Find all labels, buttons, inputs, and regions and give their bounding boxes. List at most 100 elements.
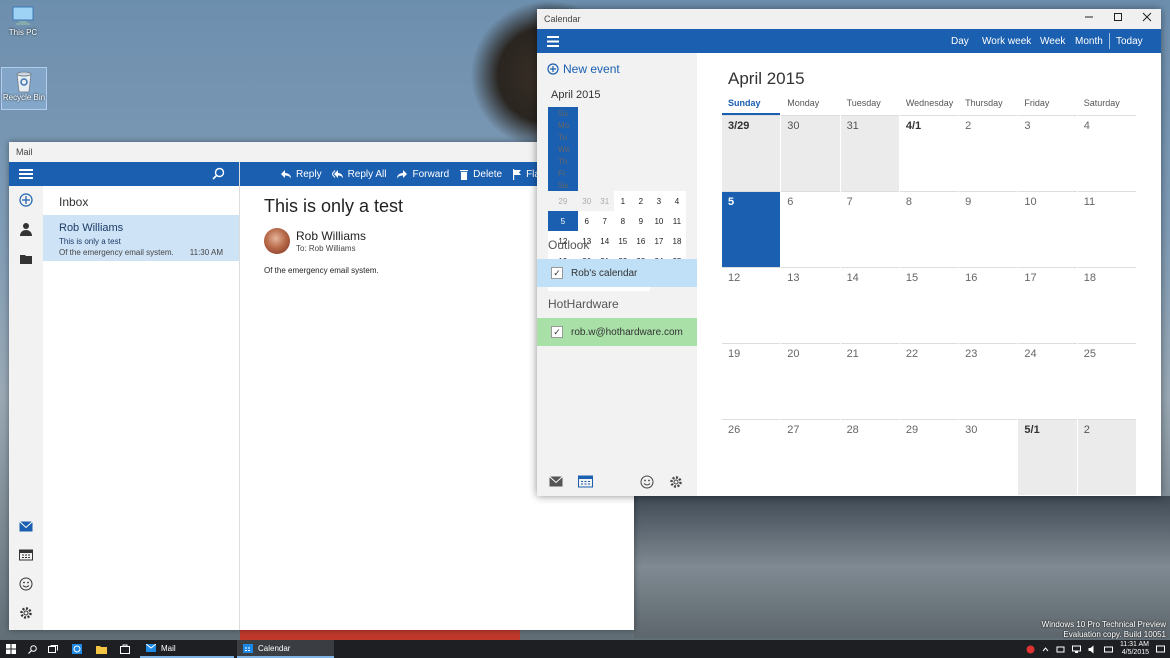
feedback-button[interactable] (9, 573, 43, 595)
taskbar-app-mail[interactable]: Mail (140, 640, 234, 658)
mini-day-cell[interactable]: 17 (649, 231, 668, 251)
forward-button[interactable]: Forward (396, 169, 449, 180)
view-day-button[interactable]: Day (951, 36, 969, 47)
day-cell[interactable]: 3 (1018, 115, 1077, 191)
calendar-title-bar[interactable]: Calendar (537, 9, 1161, 29)
mini-day-cell[interactable]: 8 (613, 211, 632, 231)
day-cell[interactable]: 31 (840, 115, 899, 191)
reader-sender[interactable]: Rob Williams (296, 229, 366, 243)
day-cell[interactable]: 28 (840, 419, 899, 495)
day-cell[interactable]: 2 (959, 115, 1018, 191)
close-button[interactable] (1132, 9, 1161, 29)
day-cell[interactable]: 13 (781, 267, 840, 343)
mini-day-cell[interactable]: 18 (667, 231, 686, 251)
calendar-hamburger-button[interactable] (537, 29, 697, 53)
day-cell[interactable]: 27 (781, 419, 840, 495)
day-cell[interactable]: 15 (899, 267, 959, 343)
volume-icon[interactable] (1088, 645, 1097, 654)
view-month-button[interactable]: Month (1075, 36, 1103, 47)
mini-day-cell[interactable]: 6 (577, 211, 596, 231)
checkbox-checked[interactable]: ✓ (551, 326, 563, 338)
new-event-button[interactable]: New event (547, 62, 620, 76)
mini-day-cell[interactable]: 10 (649, 211, 668, 231)
accounts-button[interactable] (9, 218, 43, 240)
day-cell[interactable]: 2 (1077, 419, 1136, 495)
desktop-icon-this-pc[interactable]: This PC (1, 6, 45, 37)
day-cell[interactable]: 10 (1018, 191, 1077, 267)
mini-day-cell[interactable]: 3 (649, 191, 668, 211)
action-center-icon[interactable] (1156, 645, 1165, 654)
mini-day-cell[interactable]: 31 (596, 191, 614, 211)
desktop-icon-recycle-bin[interactable]: Recycle Bin (1, 67, 47, 110)
network-icon[interactable] (1071, 645, 1081, 654)
day-cell[interactable]: 4 (1077, 115, 1136, 191)
day-cell[interactable]: 19 (722, 343, 781, 419)
network-alert-icon[interactable] (1026, 645, 1035, 654)
checkbox-checked[interactable]: ✓ (551, 267, 563, 279)
today-button[interactable]: Today (1116, 36, 1143, 47)
folders-button[interactable] (9, 248, 43, 270)
taskbar-search-button[interactable] (22, 640, 42, 658)
mini-day-cell[interactable]: 11 (667, 211, 686, 231)
taskbar-ie-button[interactable] (66, 640, 88, 658)
day-cell[interactable]: 22 (899, 343, 959, 419)
taskbar-app-calendar[interactable]: Calendar (237, 640, 334, 658)
calendar-switch-button[interactable] (578, 475, 593, 491)
mini-day-cell[interactable]: 9 (631, 211, 650, 231)
taskbar-explorer-button[interactable] (90, 640, 112, 658)
mail-switch-button[interactable] (549, 476, 563, 490)
mini-day-cell[interactable]: 14 (595, 231, 614, 251)
mini-day-cell[interactable]: 30 (578, 191, 596, 211)
day-cell[interactable]: 7 (840, 191, 899, 267)
mini-day-cell[interactable]: 2 (631, 191, 650, 211)
reply-button[interactable]: Reply (280, 169, 322, 180)
minimize-button[interactable] (1074, 9, 1103, 29)
day-cell[interactable]: 26 (722, 419, 781, 495)
keyboard-icon[interactable] (1103, 645, 1113, 654)
day-cell[interactable]: 4/1 (899, 115, 959, 191)
day-cell[interactable]: 12 (722, 267, 781, 343)
day-cell[interactable]: 9 (959, 191, 1018, 267)
mini-day-cell[interactable]: 16 (631, 231, 650, 251)
calendar-switch-button[interactable] (9, 544, 43, 566)
mail-switch-button[interactable] (9, 515, 43, 537)
mini-day-cell[interactable]: 29 (548, 191, 578, 211)
day-cell[interactable]: 21 (840, 343, 899, 419)
day-cell[interactable]: 29 (899, 419, 959, 495)
calendar-toggle-hothardware[interactable]: ✓ rob.w@hothardware.com (537, 318, 697, 346)
settings-button[interactable] (669, 475, 683, 492)
task-view-button[interactable] (42, 640, 64, 658)
mini-day-cell[interactable]: 7 (595, 211, 614, 231)
message-list-item[interactable]: Rob Williams This is only a test Of the … (43, 215, 239, 261)
day-cell[interactable]: 25 (1077, 343, 1136, 419)
mini-day-cell[interactable]: 4 (667, 191, 686, 211)
reply-all-button[interactable]: Reply All (331, 169, 386, 180)
day-cell[interactable]: 24 (1018, 343, 1077, 419)
day-cell[interactable]: 8 (899, 191, 959, 267)
hamburger-button[interactable] (9, 162, 43, 186)
system-clock[interactable]: 11:31 AM 4/5/2015 (1120, 641, 1149, 657)
day-cell[interactable]: 20 (781, 343, 840, 419)
mini-day-cell[interactable]: 5 (548, 211, 578, 231)
day-cell[interactable]: 11 (1077, 191, 1136, 267)
delete-button[interactable]: Delete (459, 169, 502, 180)
taskbar-store-button[interactable] (114, 640, 136, 658)
feedback-button[interactable] (640, 475, 654, 492)
maximize-button[interactable] (1103, 9, 1132, 29)
mini-day-cell[interactable]: 1 (613, 191, 632, 211)
day-cell[interactable]: 5 (722, 191, 781, 267)
day-cell[interactable]: 30 (781, 115, 840, 191)
day-cell[interactable]: 16 (959, 267, 1018, 343)
battery-icon[interactable] (1056, 645, 1065, 654)
day-cell[interactable]: 23 (959, 343, 1018, 419)
mini-calendar-title[interactable]: April 2015 (551, 89, 601, 101)
day-cell[interactable]: 3/29 (722, 115, 781, 191)
calendar-window[interactable]: Calendar New event April 2015 Su Mo Tu We Th… (537, 9, 1161, 496)
start-button[interactable] (0, 640, 22, 658)
calendar-toggle-robs-calendar[interactable]: ✓ Rob's calendar (537, 259, 697, 287)
new-mail-button[interactable] (9, 189, 43, 211)
chevron-up-icon[interactable] (1042, 646, 1049, 653)
day-cell[interactable]: 5/1 (1018, 419, 1077, 495)
day-cell[interactable]: 6 (781, 191, 840, 267)
settings-button[interactable] (9, 602, 43, 624)
